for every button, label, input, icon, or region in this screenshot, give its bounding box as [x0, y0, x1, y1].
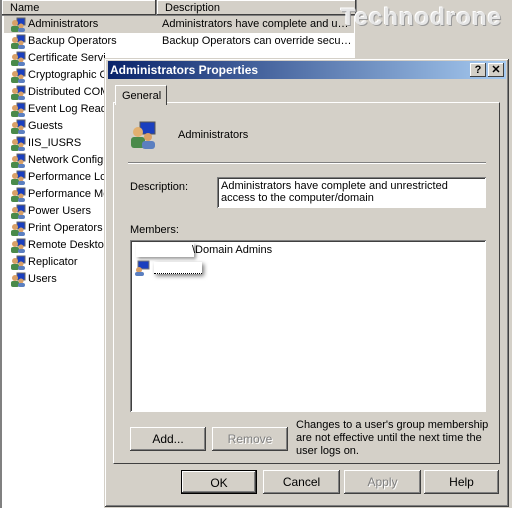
- help-icon[interactable]: ?: [470, 63, 486, 77]
- group-icon: [131, 121, 156, 149]
- group-description: Backup Operators can override secu…: [162, 35, 352, 47]
- group-icon: [11, 17, 26, 32]
- group-name: Users: [28, 273, 57, 285]
- members-list[interactable]: \Domain Admins: [130, 240, 486, 412]
- group-name: Guests: [28, 120, 63, 132]
- group-name: Network Configu: [28, 154, 110, 166]
- list-item[interactable]: Backup Operators Backup Operators can ove…: [4, 33, 354, 50]
- group-name: Remote Desktop: [28, 239, 110, 251]
- group-icon: [11, 51, 26, 66]
- group-icon: [11, 238, 26, 253]
- group-name: Administrators: [28, 18, 99, 30]
- list-item[interactable]: Administrators Administrators have comple…: [4, 16, 354, 33]
- group-icon: [11, 272, 26, 287]
- group-name: Print Operators: [28, 222, 103, 234]
- redaction: [154, 262, 202, 274]
- group-name: Cryptographic O: [28, 69, 109, 81]
- watermark: Technodrone: [340, 4, 502, 31]
- group-name: Distributed COM: [28, 86, 110, 98]
- group-icon: [11, 68, 26, 83]
- group-icon: [11, 136, 26, 151]
- group-icon: [11, 85, 26, 100]
- separator: [128, 162, 486, 164]
- members-label: Members:: [130, 224, 179, 236]
- close-icon[interactable]: ✕: [488, 63, 504, 77]
- member-item[interactable]: [134, 260, 434, 276]
- apply-button[interactable]: Apply: [344, 470, 421, 494]
- member-item[interactable]: \Domain Admins: [134, 243, 434, 259]
- group-icon: [11, 187, 26, 202]
- group-icon: [11, 153, 26, 168]
- help-button[interactable]: Help: [424, 470, 499, 494]
- group-name: Replicator: [28, 256, 78, 268]
- group-icon: [11, 221, 26, 236]
- description-input[interactable]: Administrators have complete and unrestr…: [217, 177, 486, 208]
- properties-dialog: Administrators Properties ? ✕ General Ad…: [104, 58, 510, 508]
- general-panel: Administrators Description: Administrato…: [113, 102, 500, 464]
- group-name: Performance Log: [28, 171, 113, 183]
- group-name: Certificate Servi: [28, 52, 106, 64]
- description-label: Description:: [130, 181, 189, 193]
- group-icon: [11, 34, 26, 49]
- group-icon: [11, 204, 26, 219]
- title-bar: Administrators Properties ? ✕: [108, 61, 506, 79]
- group-name: Backup Operators: [28, 35, 117, 47]
- column-description[interactable]: Description: [157, 0, 357, 16]
- group-icon: [11, 255, 26, 270]
- group-description: Administrators have complete and u…: [162, 18, 349, 30]
- dialog-title: Administrators Properties: [110, 63, 259, 77]
- column-name[interactable]: Name: [2, 0, 157, 16]
- group-name: Performance Mo: [28, 188, 110, 200]
- add-button[interactable]: Add...: [130, 427, 206, 451]
- group-icon: [11, 102, 26, 117]
- group-name: Event Log Reade: [28, 103, 114, 115]
- membership-note: Changes to a user's group membership are…: [296, 419, 489, 457]
- group-name: Administrators: [178, 129, 249, 141]
- redaction: [136, 243, 194, 257]
- cancel-button[interactable]: Cancel: [263, 470, 340, 494]
- group-icon: [11, 170, 26, 185]
- group-name: IIS_IUSRS: [28, 137, 82, 149]
- tab-general[interactable]: General: [115, 85, 167, 105]
- group-name: Power Users: [28, 205, 91, 217]
- group-icon: [11, 119, 26, 134]
- ok-button[interactable]: OK: [181, 470, 257, 494]
- remove-button[interactable]: Remove: [212, 427, 288, 451]
- user-icon: [135, 260, 150, 276]
